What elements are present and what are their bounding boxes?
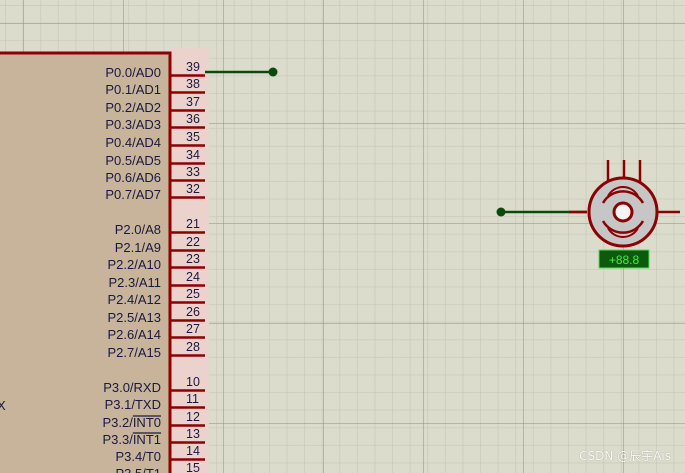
pin-label: P0.5/AD5 [105, 153, 161, 168]
pin-label: P0.7/AD7 [105, 187, 161, 202]
meter-center [612, 201, 634, 223]
microcontroller-chip[interactable]: X 39 P0.0/AD0 38 P0.1/AD1 37 P0.2/AD2 36 P0.3/A… [0, 48, 209, 473]
pin-number: 13 [186, 427, 200, 441]
pin-label: P0.0/AD0 [105, 65, 161, 80]
pin-label: P2.6/A14 [108, 327, 162, 342]
watermark: CSDN @辰宇Ais [579, 449, 671, 463]
pin-label: P2.2/A10 [108, 257, 162, 272]
pin-number: 23 [186, 252, 200, 266]
wire-p0-0[interactable] [205, 67, 278, 77]
pin-number: 21 [186, 217, 200, 231]
pin-label: P3.4/T0 [115, 449, 161, 464]
pin-number: 39 [186, 60, 200, 74]
pin-label: P0.6/AD6 [105, 170, 161, 185]
wire-junction-dot[interactable] [496, 207, 506, 217]
pin-label: P2.5/A13 [108, 310, 162, 325]
pin-number: 25 [186, 287, 200, 301]
pin-label: P2.3/A11 [108, 275, 161, 290]
temperature-sensor-icon[interactable]: +88.8 [569, 160, 680, 269]
pin-number: 35 [186, 130, 200, 144]
pin-label: P2.0/A8 [115, 222, 161, 237]
pin-number: 36 [186, 112, 200, 126]
meter-display-value: +88.8 [609, 253, 640, 267]
pin-number: 11 [186, 392, 199, 406]
pin-label: P3.0/RXD [103, 380, 161, 395]
pin-label: P3.3/INT1 [102, 432, 161, 447]
pin-list: 39 P0.0/AD0 38 P0.1/AD1 37 P0.2/AD2 36 P0.3/AD3… [102, 60, 205, 473]
schematic-canvas[interactable]: X 39 P0.0/AD0 38 P0.1/AD1 37 P0.2/AD2 36 P0.3/A… [0, 0, 685, 473]
pin-number: 22 [186, 235, 200, 249]
pin-number: 10 [186, 375, 200, 389]
pin-number: 33 [186, 165, 200, 179]
pin-number: 32 [186, 182, 200, 196]
pin-label: P0.1/AD1 [105, 82, 161, 97]
wire-junction-dot[interactable] [268, 67, 278, 77]
pin-number: 24 [186, 270, 200, 284]
pin-label: P0.3/AD3 [105, 117, 161, 132]
pin-number: 15 [186, 461, 200, 473]
partial-pin-label: X [0, 398, 6, 413]
pin-label: P2.4/A12 [108, 292, 162, 307]
pin-label: P3.2/INT0 [102, 415, 161, 430]
pin-number: 28 [186, 340, 200, 354]
pin-label: P3.5/T1 [115, 466, 161, 473]
pin-label: P2.7/A15 [108, 345, 162, 360]
pin-number: 27 [186, 322, 200, 336]
pin-number: 37 [186, 95, 200, 109]
pin-number: 38 [186, 77, 200, 91]
pin-label: P0.4/AD4 [105, 135, 161, 150]
pin-number: 26 [186, 305, 200, 319]
pin-label: P0.2/AD2 [105, 100, 161, 115]
pin-number: 14 [186, 444, 200, 458]
pin-label: P3.1/TXD [105, 397, 161, 412]
pin-number: 12 [186, 410, 200, 424]
pin-number: 34 [186, 148, 200, 162]
pin-label: P2.1/A9 [115, 240, 161, 255]
